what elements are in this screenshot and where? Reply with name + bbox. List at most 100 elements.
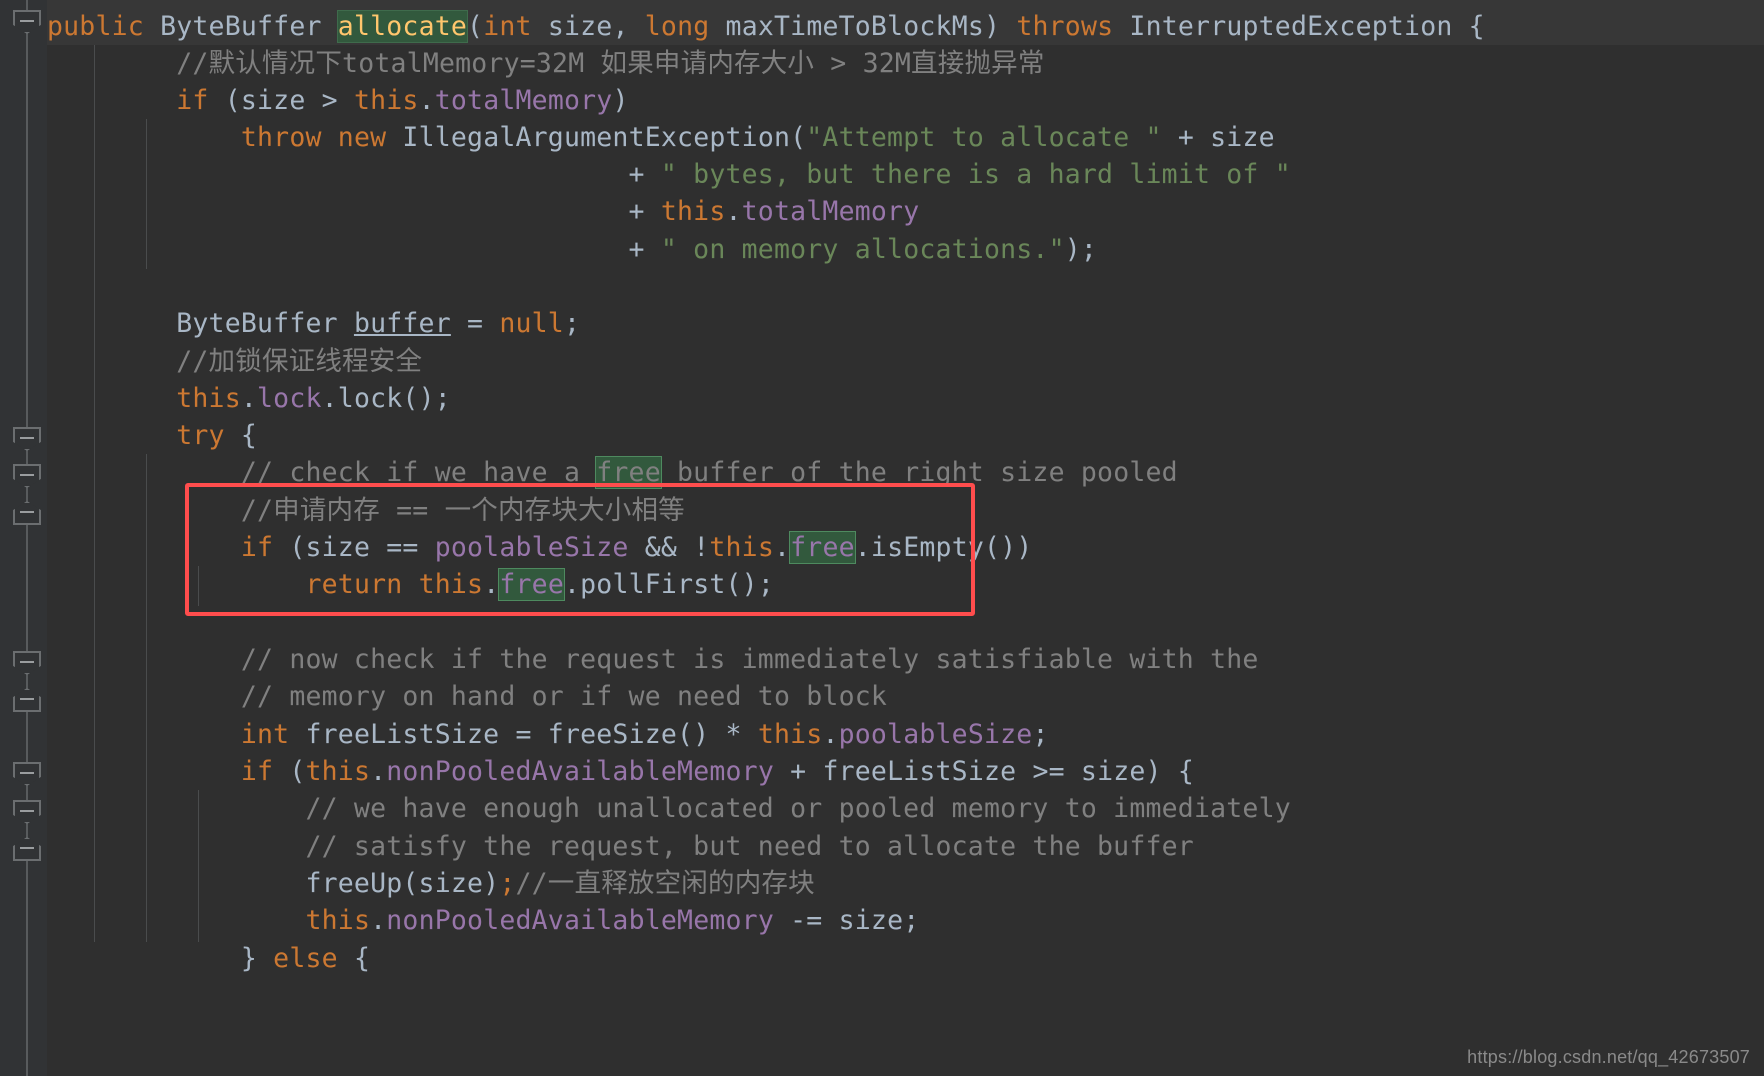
code-line[interactable]: + this.totalMemory xyxy=(47,193,920,230)
code-token: ByteBuffer xyxy=(47,308,354,339)
code-line[interactable]: // satisfy the request, but need to allo… xyxy=(47,828,1194,865)
fold-toggle-icon[interactable] xyxy=(13,762,41,786)
code-line[interactable]: //默认情况下totalMemory=32M 如果申请内存大小 > 32M直接抛… xyxy=(47,45,1045,82)
fold-shape xyxy=(13,464,41,488)
code-token: if xyxy=(240,532,274,563)
code-line[interactable]: int freeListSize = freeSize() * this.poo… xyxy=(47,716,1049,753)
code-token: nonPooledAvailableMemory xyxy=(386,756,774,787)
code-line[interactable] xyxy=(47,268,63,305)
code-line[interactable]: if (size == poolableSize && !this.free.i… xyxy=(47,529,1032,566)
code-line[interactable]: ByteBuffer buffer = null; xyxy=(47,305,580,342)
fold-toggle-icon[interactable] xyxy=(13,800,41,824)
code-token: buffer of the right size pooled xyxy=(660,457,1178,488)
code-token: -= size; xyxy=(773,905,920,936)
code-token: { xyxy=(224,420,258,451)
code-token: nonPooledAvailableMemory xyxy=(386,905,774,936)
code-token: //申请内存 == 一个内存块大小相等 xyxy=(47,495,685,526)
code-content[interactable]: public ByteBuffer allocate ( int size, lon… xyxy=(47,0,1764,1076)
code-token: totalMemory xyxy=(741,196,920,227)
code-line[interactable]: public ByteBuffer allocate(int size, lon… xyxy=(47,8,1485,45)
code-line[interactable]: //申请内存 == 一个内存块大小相等 xyxy=(47,492,685,529)
code-token: ( xyxy=(273,756,306,787)
fold-toggle-icon[interactable] xyxy=(13,427,41,451)
code-token: ); xyxy=(1064,234,1098,265)
code-line[interactable]: + " on memory allocations."); xyxy=(47,231,1097,268)
code-line[interactable]: if (size > this.totalMemory) xyxy=(47,82,629,119)
code-token: ; xyxy=(563,308,581,339)
code-line[interactable]: } else { xyxy=(47,940,370,977)
code-token: this xyxy=(305,756,371,787)
fold-shape xyxy=(13,800,41,824)
code-token: this xyxy=(709,532,774,563)
minus-icon xyxy=(20,474,34,476)
minus-icon xyxy=(20,437,34,439)
fold-toggle-icon[interactable] xyxy=(13,10,41,34)
code-token: //默认情况下totalMemory=32M 如果申请内存大小 > 32M直接抛… xyxy=(47,48,1045,79)
code-token: . xyxy=(418,85,435,116)
code-token: // satisfy the request, but need to allo… xyxy=(47,831,1194,862)
code-line[interactable]: // check if we have a free buffer of the… xyxy=(47,454,1178,491)
highlighted-token: allocate xyxy=(337,11,468,42)
code-token: ByteBuffer xyxy=(160,11,322,42)
code-token: .isEmpty()) xyxy=(854,532,1033,563)
code-line[interactable]: if (this.nonPooledAvailableMemory + free… xyxy=(47,753,1194,790)
code-line[interactable]: throw new IllegalArgumentException("Atte… xyxy=(47,119,1275,156)
code-line[interactable]: this.lock.lock(); xyxy=(47,380,451,417)
code-token: && ! xyxy=(628,532,710,563)
fold-toggle-icon[interactable] xyxy=(13,688,41,712)
code-line[interactable]: return this.free.pollFirst(); xyxy=(47,566,774,603)
fold-shape xyxy=(13,10,41,34)
code-token: maxTimeToBlockMs) xyxy=(709,11,1017,42)
code-token: . xyxy=(370,756,387,787)
code-line[interactable]: //加锁保证线程安全 xyxy=(47,343,422,380)
fold-shape xyxy=(13,762,41,786)
code-line[interactable]: + " bytes, but there is a hard limit of … xyxy=(47,156,1291,193)
code-token: size, xyxy=(531,11,645,42)
fold-toggle-icon[interactable] xyxy=(13,837,41,861)
code-line[interactable]: // memory on hand or if we need to block xyxy=(47,678,887,715)
code-token: public xyxy=(47,11,144,42)
code-token: { xyxy=(337,943,371,974)
code-line[interactable]: try { xyxy=(47,417,257,454)
fold-toggle-icon[interactable] xyxy=(13,464,41,488)
code-token: this xyxy=(660,196,726,227)
code-token: throw xyxy=(240,122,322,153)
code-token: this xyxy=(176,383,241,414)
code-token: long xyxy=(644,11,710,42)
code-token: this xyxy=(305,905,371,936)
code-token: buffer xyxy=(353,308,451,339)
code-token: return xyxy=(305,569,403,600)
minus-icon xyxy=(20,810,34,812)
code-token: throws xyxy=(1016,11,1114,42)
code-token: . xyxy=(773,532,791,563)
code-token: // we have enough unallocated or pooled … xyxy=(47,793,1291,824)
code-token: " on memory allocations." xyxy=(660,234,1065,265)
code-token: totalMemory xyxy=(434,85,613,116)
code-line[interactable]: // now check if the request is immediate… xyxy=(47,641,1259,678)
code-token: int xyxy=(240,719,290,750)
code-token: = xyxy=(450,308,500,339)
fold-toggle-icon[interactable] xyxy=(13,651,41,675)
code-token: // memory on hand or if we need to block xyxy=(47,681,888,712)
fold-toggle-icon[interactable] xyxy=(13,501,41,525)
code-line[interactable] xyxy=(47,604,63,641)
code-token: ; xyxy=(499,868,516,899)
code-line[interactable]: this.nonPooledAvailableMemory -= size; xyxy=(47,902,919,939)
code-token: .pollFirst(); xyxy=(563,569,774,600)
code-token: this xyxy=(418,569,484,600)
fold-shape xyxy=(13,501,41,525)
code-token: poolableSize xyxy=(434,532,629,563)
code-editor[interactable]: public ByteBuffer allocate ( int size, lon… xyxy=(0,0,1764,1076)
fold-shape xyxy=(13,837,41,861)
code-line[interactable]: freeUp(size);//一直释放空闲的内存块 xyxy=(47,865,815,902)
code-token: + xyxy=(47,159,661,190)
code-line[interactable]: // we have enough unallocated or pooled … xyxy=(47,790,1291,827)
editor-gutter[interactable] xyxy=(0,0,48,1076)
